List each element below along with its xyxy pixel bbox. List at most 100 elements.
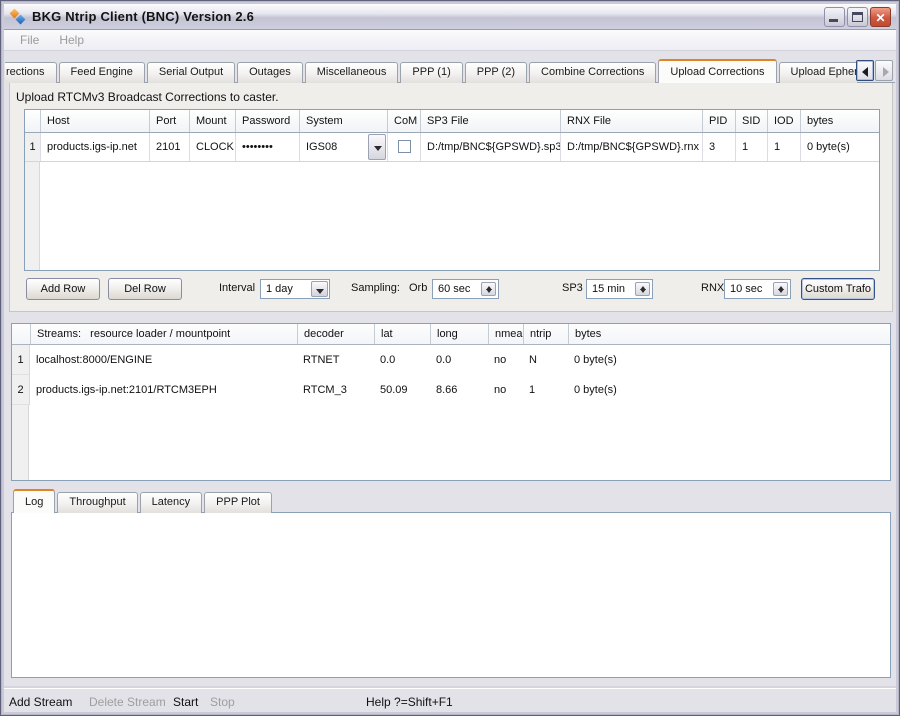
- iod-cell[interactable]: 1: [767, 133, 800, 161]
- col-nmea: nmea: [488, 324, 523, 344]
- com-cell: [387, 133, 420, 161]
- start-action[interactable]: Start: [173, 695, 198, 709]
- sid-cell[interactable]: 1: [735, 133, 767, 161]
- mount-cell[interactable]: CLOCK: [189, 133, 235, 161]
- menu-bar: File Help: [4, 30, 896, 51]
- tab-combine-corrections[interactable]: Combine Corrections: [529, 62, 656, 83]
- interval-combobox[interactable]: 1 day: [260, 279, 330, 299]
- log-panel[interactable]: [11, 512, 891, 678]
- sampling-label: Sampling:: [351, 282, 400, 294]
- orb-label: Orb: [409, 282, 427, 294]
- orb-spin-buttons[interactable]: [481, 282, 496, 296]
- streams-table[interactable]: Streams: resource loader / mountpoint de…: [11, 323, 891, 481]
- tab-miscellaneous[interactable]: Miscellaneous: [305, 62, 399, 83]
- system-combo[interactable]: IGS08: [299, 133, 387, 161]
- rnx-file-cell[interactable]: D:/tmp/BNC${GPSWD}.rnx: [560, 133, 702, 161]
- sp3-value: 15 min: [592, 283, 625, 295]
- streams-table-header: Streams: resource loader / mountpoint de…: [12, 324, 890, 345]
- spin-down-icon: [486, 289, 492, 293]
- stream-row-2[interactable]: 2 products.igs-ip.net:2101/RTCM3EPH RTCM…: [12, 375, 890, 405]
- close-button[interactable]: ✕: [870, 7, 891, 27]
- maximize-button[interactable]: [847, 7, 868, 27]
- col-bytes: bytes: [568, 324, 890, 344]
- rnx-spin-buttons[interactable]: [773, 282, 788, 296]
- tab-broadcast-corrections[interactable]: rections: [5, 62, 57, 83]
- orb-value: 60 sec: [438, 283, 470, 295]
- menu-file[interactable]: File: [10, 31, 49, 49]
- ntrip-cell[interactable]: 1: [523, 375, 568, 405]
- col-rownum: [12, 324, 30, 344]
- com-checkbox[interactable]: [398, 140, 411, 153]
- lat-cell[interactable]: 50.09: [374, 375, 430, 405]
- tab-scroll-left-button[interactable]: [856, 60, 874, 81]
- rnx-label: RNX: [701, 282, 724, 294]
- bytes-cell: 0 byte(s): [568, 345, 890, 375]
- decoder-cell[interactable]: RTCM_3: [297, 375, 374, 405]
- tab-ppp-1[interactable]: PPP (1): [400, 62, 462, 83]
- sp3-spin-buttons[interactable]: [635, 282, 650, 296]
- add-stream-action[interactable]: Add Stream: [9, 695, 72, 709]
- col-mountpoint: Streams: resource loader / mountpoint: [30, 324, 297, 344]
- system-dropdown-button[interactable]: [368, 134, 386, 160]
- port-cell[interactable]: 2101: [149, 133, 189, 161]
- rnx-spinbox[interactable]: 10 sec: [724, 279, 791, 299]
- upload-corrections-page: Upload RTCMv3 Broadcast Corrections to c…: [9, 83, 893, 312]
- top-tab-bar: rections Feed Engine Serial Output Outag…: [5, 59, 857, 83]
- delete-stream-action[interactable]: Delete Stream: [89, 695, 166, 709]
- spin-down-icon: [640, 289, 646, 293]
- tab-latency[interactable]: Latency: [140, 492, 203, 513]
- chevron-down-icon: [374, 146, 382, 151]
- row-number: 2: [12, 375, 30, 405]
- custom-trafo-button[interactable]: Custom Trafo: [801, 278, 875, 300]
- title-bar[interactable]: BKG Ntrip Client (BNC) Version 2.6 ✕: [4, 4, 896, 30]
- tab-ppp-2[interactable]: PPP (2): [465, 62, 527, 83]
- long-cell[interactable]: 8.66: [430, 375, 488, 405]
- tab-ppp-plot[interactable]: PPP Plot: [204, 492, 272, 513]
- tab-upload-ephemeris[interactable]: Upload Ephemeris: [779, 62, 857, 83]
- interval-value: 1 day: [266, 283, 293, 295]
- host-cell[interactable]: products.igs-ip.net: [40, 133, 149, 161]
- row-number: 1: [12, 345, 30, 375]
- minimize-button[interactable]: [824, 7, 845, 27]
- menu-help[interactable]: Help: [49, 31, 94, 49]
- decoder-cell[interactable]: RTNET: [297, 345, 374, 375]
- bottom-tab-bar: Log Throughput Latency PPP Plot: [13, 490, 274, 513]
- stop-action[interactable]: Stop: [210, 695, 235, 709]
- interval-label: Interval: [219, 282, 255, 294]
- mountpoint-cell[interactable]: products.igs-ip.net:2101/RTCM3EPH: [30, 375, 297, 405]
- tab-upload-corrections[interactable]: Upload Corrections: [658, 59, 776, 83]
- window-title: BKG Ntrip Client (BNC) Version 2.6: [32, 9, 254, 24]
- tab-feed-engine[interactable]: Feed Engine: [59, 62, 145, 83]
- lat-cell[interactable]: 0.0: [374, 345, 430, 375]
- tab-throughput[interactable]: Throughput: [57, 492, 137, 513]
- nmea-cell[interactable]: no: [488, 375, 523, 405]
- pid-cell[interactable]: 3: [702, 133, 735, 161]
- password-cell[interactable]: ••••••••: [235, 133, 299, 161]
- rnx-value: 10 sec: [730, 283, 762, 295]
- bytes-cell: 0 byte(s): [568, 375, 890, 405]
- sp3-spinbox[interactable]: 15 min: [586, 279, 653, 299]
- orb-spinbox[interactable]: 60 sec: [432, 279, 499, 299]
- mountpoint-cell[interactable]: localhost:8000/ENGINE: [30, 345, 297, 375]
- col-system: System: [299, 110, 387, 132]
- col-password: Password: [235, 110, 299, 132]
- tab-outages[interactable]: Outages: [237, 62, 303, 83]
- stream-row-1[interactable]: 1 localhost:8000/ENGINE RTNET 0.0 0.0 no…: [12, 345, 890, 375]
- col-com: CoM: [387, 110, 420, 132]
- col-sid: SID: [735, 110, 767, 132]
- sp3-file-cell[interactable]: D:/tmp/BNC${GPSWD}.sp3: [420, 133, 560, 161]
- tab-scroll-right-button[interactable]: [875, 60, 893, 81]
- col-iod: IOD: [767, 110, 800, 132]
- del-row-button[interactable]: Del Row: [108, 278, 182, 300]
- nmea-cell[interactable]: no: [488, 345, 523, 375]
- upload-table[interactable]: Host Port Mount Password System CoM SP3 …: [24, 109, 880, 271]
- upload-table-row[interactable]: 1 products.igs-ip.net 2101 CLOCK •••••••…: [25, 133, 879, 162]
- spin-down-icon: [778, 289, 784, 293]
- app-icon: [9, 9, 26, 25]
- add-row-button[interactable]: Add Row: [26, 278, 100, 300]
- interval-dropdown-button[interactable]: [311, 281, 328, 297]
- tab-serial-output[interactable]: Serial Output: [147, 62, 235, 83]
- long-cell[interactable]: 0.0: [430, 345, 488, 375]
- ntrip-cell[interactable]: N: [523, 345, 568, 375]
- tab-log[interactable]: Log: [13, 489, 55, 513]
